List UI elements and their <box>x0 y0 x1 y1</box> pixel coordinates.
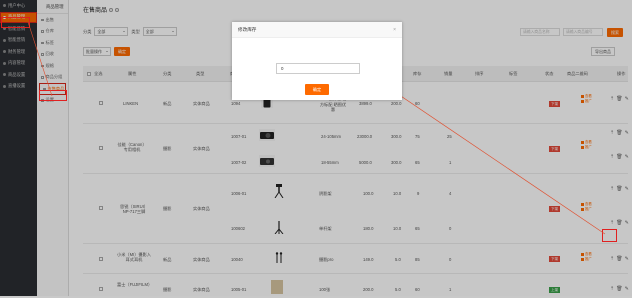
stock-modal: 修改库存 × 0 确定 <box>232 22 402 100</box>
close-icon[interactable]: × <box>393 22 396 38</box>
confirm-button[interactable]: 确定 <box>305 84 329 95</box>
modal-title: 修改库存 <box>238 27 257 32</box>
stock-input[interactable]: 0 <box>276 63 360 74</box>
arrow-line <box>27 21 53 97</box>
modal-header: 修改库存 × <box>232 22 402 38</box>
app-root: 用户中心 商品管理 智能营销 智能营销 财务管理 内容管理 商品设置 直播设置 … <box>0 0 632 296</box>
arrow-line <box>385 85 606 235</box>
